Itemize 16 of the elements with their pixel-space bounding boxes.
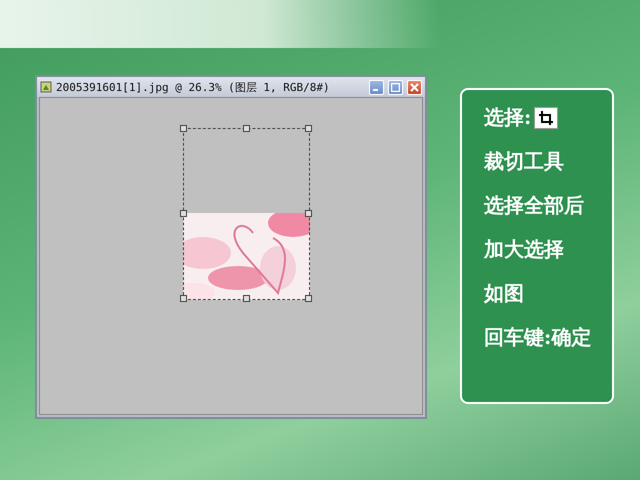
crop-selection[interactable] <box>183 128 310 300</box>
minimize-button[interactable] <box>369 80 384 94</box>
crop-tool-icon <box>534 106 558 128</box>
maximize-icon <box>391 82 400 92</box>
instruction-text: 加大选择 <box>484 236 565 263</box>
close-icon <box>410 82 419 92</box>
instruction-text: 选择全部后 <box>484 192 585 219</box>
document-icon <box>40 81 52 93</box>
instruction-text: 如图 <box>484 280 525 307</box>
close-button[interactable] <box>407 80 422 94</box>
window-title: 2005391601[1].jpg @ 26.3% (图层 1, RGB/8#) <box>56 80 331 94</box>
instruction-text: 选择: <box>484 104 532 131</box>
maximize-button[interactable] <box>388 80 403 94</box>
instruction-text: 裁切工具 <box>484 148 565 175</box>
minimize-icon <box>373 88 378 90</box>
instruction-text: 回车键:确定 <box>484 324 592 351</box>
